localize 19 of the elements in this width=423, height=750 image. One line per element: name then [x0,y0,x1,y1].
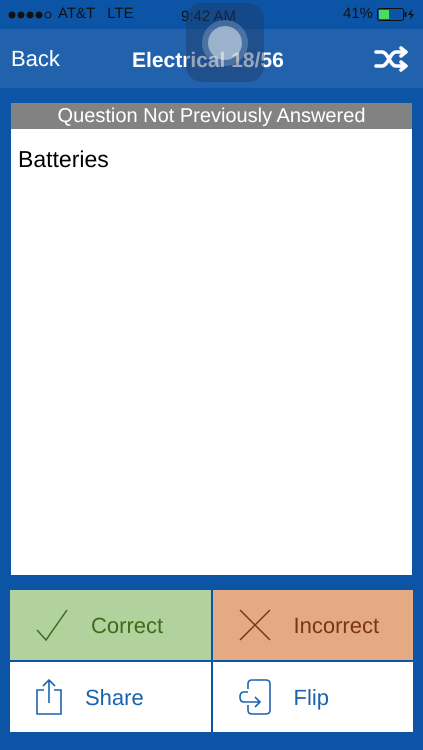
correct-button[interactable]: Correct [10,590,210,660]
shuffle-icon[interactable] [374,46,410,72]
carrier-name: AT&T [58,4,96,24]
checkmark-icon [35,608,69,642]
incorrect-button[interactable]: Incorrect [212,590,413,660]
question-text: Batteries [17,145,110,174]
flip-icon [238,679,272,715]
x-icon [238,608,272,642]
back-button[interactable]: Back [11,42,60,75]
flip-button[interactable]: Flip [212,662,413,732]
battery-percent: 41% [342,4,373,24]
battery-icon [377,8,415,21]
status-banner: Question Not Previously Answered [11,103,412,129]
status-time: 9:42 AM [181,7,236,27]
nav-title: Electrical 18/56 [132,48,284,74]
share-icon [35,679,63,715]
share-button[interactable]: Share [10,662,210,732]
signal-icon [8,10,54,18]
network-type: LTE [107,4,134,24]
